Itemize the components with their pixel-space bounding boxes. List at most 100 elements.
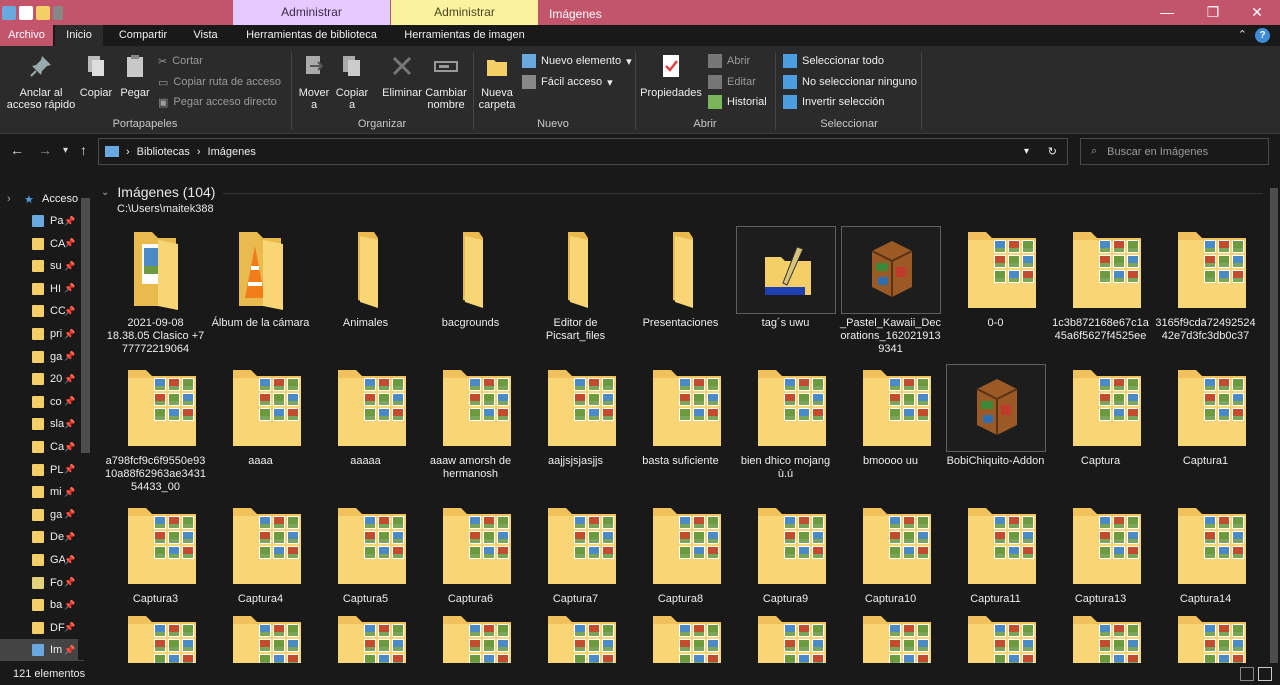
cut-button[interactable]: ✂ Cortar	[158, 52, 203, 70]
file-item[interactable]: basta suficiente	[628, 364, 733, 468]
select-none-button[interactable]: No seleccionar ninguno	[783, 73, 917, 91]
tab-picture-tools[interactable]: Herramientas de imagen	[391, 25, 538, 46]
large-icons-view-icon[interactable]	[1258, 667, 1272, 681]
file-item[interactable]: 3165f9cda7249252442e7d3fc3db0c37	[1153, 226, 1258, 343]
file-item[interactable]: Captura5	[313, 502, 418, 606]
sidebar-item[interactable]: co 📌	[0, 391, 84, 413]
file-item[interactable]: Animales	[313, 226, 418, 330]
close-button[interactable]: ✕	[1234, 0, 1280, 25]
history-button[interactable]: Historial	[708, 93, 767, 111]
file-item[interactable]: Captura8	[628, 502, 733, 606]
file-item[interactable]	[418, 610, 523, 663]
collapse-ribbon-icon[interactable]: ⌃	[1238, 28, 1247, 43]
navigation-scrollbar-thumb[interactable]	[81, 198, 90, 453]
select-all-button[interactable]: Seleccionar todo	[783, 52, 884, 70]
customize-toolbar-icon[interactable]	[53, 5, 63, 20]
tab-share[interactable]: Compartir	[110, 25, 176, 46]
tab-home[interactable]: Inicio	[55, 25, 103, 46]
paste-shortcut-button[interactable]: ▣ Pegar acceso directo	[158, 93, 277, 111]
file-item[interactable]: Captura4	[208, 502, 313, 606]
address-dropdown-icon[interactable]: ▾	[1024, 146, 1029, 157]
sidebar-item[interactable]: DF 📌	[0, 617, 84, 639]
copy-button[interactable]: Copiar	[78, 52, 114, 99]
file-item[interactable]: Editor de Picsart_files	[523, 226, 628, 343]
new-item-button[interactable]: Nuevo elemento ▾	[522, 52, 632, 70]
file-item[interactable]	[838, 610, 943, 663]
sidebar-item[interactable]: Fo 📌	[0, 572, 84, 594]
sidebar-item-quick-access[interactable]: › ★ Acceso	[0, 188, 84, 210]
sidebar-item[interactable]: De 📌	[0, 526, 84, 548]
file-item[interactable]: Captura11	[943, 502, 1048, 606]
file-item[interactable]: Captura6	[418, 502, 523, 606]
sidebar-item[interactable]: Im 📌	[0, 639, 84, 662]
breadcrumb-libraries[interactable]: Bibliotecas	[137, 146, 190, 158]
file-item[interactable]: bien dhico mojang ù.ú	[733, 364, 838, 481]
file-item[interactable]: Captura10	[838, 502, 943, 606]
pin-to-quick-access-button[interactable]: Anclar al acceso rápido	[4, 52, 78, 111]
file-item[interactable]	[733, 610, 838, 663]
sidebar-item[interactable]: Pa 📌	[0, 210, 84, 232]
help-icon[interactable]: ?	[1255, 28, 1270, 43]
file-item[interactable]: bacgrounds	[418, 226, 523, 330]
file-item[interactable]: Captura	[1048, 364, 1153, 468]
file-list-scrollbar-thumb[interactable]	[1270, 188, 1278, 663]
forward-arrow-icon[interactable]: →	[38, 142, 52, 158]
sidebar-item[interactable]: ba 📌	[0, 594, 84, 616]
sidebar-item[interactable]: CA 📌	[0, 233, 84, 255]
sidebar-item[interactable]: sla 📌	[0, 413, 84, 435]
breadcrumb-pictures[interactable]: Imágenes	[208, 146, 256, 158]
file-item[interactable]: bmoooo uu	[838, 364, 943, 468]
file-item[interactable]: aaaw amorsh de hermanosh	[418, 364, 523, 481]
up-arrow-icon[interactable]: ↑	[80, 142, 87, 158]
file-item[interactable]: Captura14	[1153, 502, 1258, 606]
minimize-button[interactable]: —	[1144, 0, 1190, 25]
file-item[interactable]	[103, 610, 208, 663]
sidebar-item[interactable]: CC 📌	[0, 300, 84, 322]
file-item[interactable]: Captura13	[1048, 502, 1153, 606]
paste-button[interactable]: Pegar	[117, 52, 153, 99]
sidebar-item[interactable]: PL 📌	[0, 459, 84, 481]
back-arrow-icon[interactable]: ←	[10, 142, 24, 158]
file-item[interactable]	[313, 610, 418, 663]
refresh-icon[interactable]: ↻	[1048, 145, 1057, 158]
manage-library-context-tab[interactable]: Administrar	[233, 0, 390, 25]
file-item[interactable]: aaaa	[208, 364, 313, 468]
file-item[interactable]	[943, 610, 1048, 663]
edit-button[interactable]: Editar	[708, 73, 756, 91]
file-item[interactable]: a798fcf9c6f9550e9310a88f62963ae343154433…	[103, 364, 208, 494]
copy-path-button[interactable]: ▭ Copiar ruta de acceso	[158, 73, 281, 91]
tab-view[interactable]: Vista	[183, 25, 228, 46]
file-item[interactable]	[523, 610, 628, 663]
file-item[interactable]: aajjsjsjasjjs	[523, 364, 628, 468]
sidebar-item[interactable]: mi 📌	[0, 481, 84, 503]
file-item[interactable]: BobiChiquito-Addon	[943, 364, 1048, 468]
rename-button[interactable]: Cambiar nombre	[424, 52, 468, 111]
maximize-button[interactable]: ❐	[1190, 0, 1236, 25]
invert-selection-button[interactable]: Invertir selección	[783, 93, 885, 111]
file-item[interactable]: Captura9	[733, 502, 838, 606]
properties-button[interactable]: Propiedades	[640, 52, 702, 99]
file-item[interactable]: Captura1	[1153, 364, 1258, 468]
tab-library-tools[interactable]: Herramientas de biblioteca	[233, 25, 390, 46]
copy-to-button[interactable]: Copiar a	[334, 52, 370, 111]
file-item[interactable]: 0-0	[943, 226, 1048, 330]
sidebar-item[interactable]: Ca 📌	[0, 436, 84, 458]
sidebar-item[interactable]: ga 📌	[0, 504, 84, 526]
file-item[interactable]: _Pastel_Kawaii_Decorations_1620219139341	[838, 226, 943, 356]
sidebar-item[interactable]: HI 📌	[0, 278, 84, 300]
manage-picture-context-tab[interactable]: Administrar	[391, 0, 538, 25]
file-item[interactable]: Captura3	[103, 502, 208, 606]
file-item[interactable]	[208, 610, 313, 663]
sidebar-item[interactable]: pri 📌	[0, 323, 84, 345]
easy-access-button[interactable]: Fácil acceso ▾	[522, 73, 613, 91]
move-to-button[interactable]: Mover a	[296, 52, 332, 111]
sidebar-item[interactable]: 20 📌	[0, 368, 84, 390]
new-folder-button[interactable]: Nueva carpeta	[477, 52, 517, 111]
tab-file[interactable]: Archivo	[0, 25, 53, 46]
file-item[interactable]: tag´s uwu	[733, 226, 838, 330]
file-item[interactable]	[1153, 610, 1258, 663]
file-item[interactable]: 1c3b872168e67c1a45a6f5627f4525ee	[1048, 226, 1153, 343]
file-item[interactable]: Presentaciones	[628, 226, 733, 330]
collapse-group-icon[interactable]: ⌄	[101, 187, 109, 198]
recent-locations-icon[interactable]: ▾	[63, 145, 68, 156]
